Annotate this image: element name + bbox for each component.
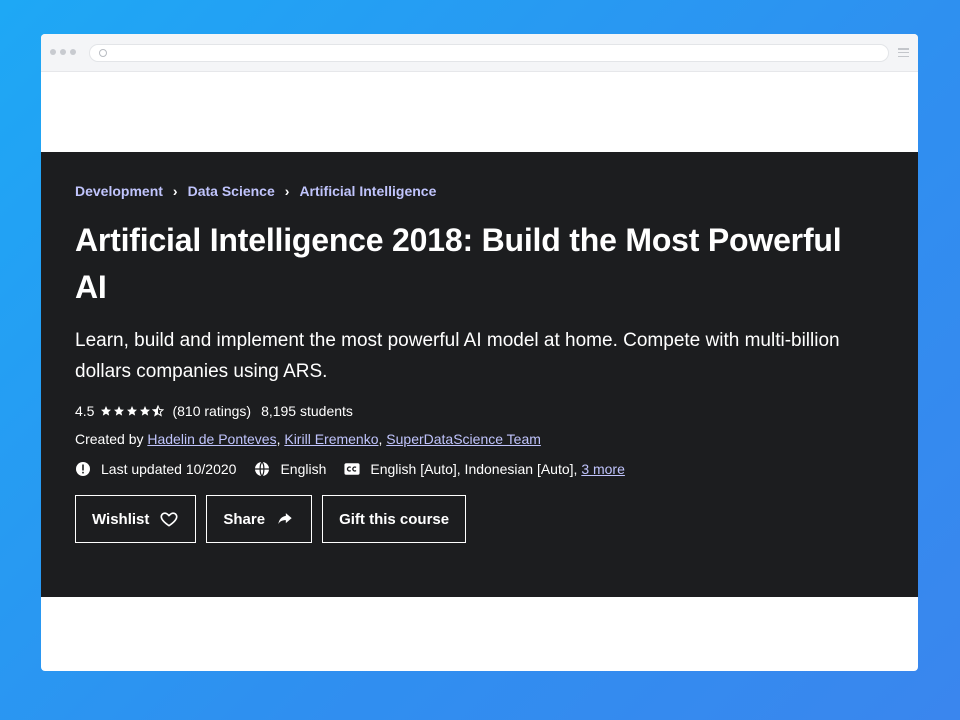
window-controls <box>50 49 76 55</box>
author-link[interactable]: Kirill Eremenko <box>284 431 378 447</box>
rating-value: 4.5 <box>75 403 95 419</box>
last-updated-text: Last updated 10/2020 <box>101 461 237 477</box>
star-icon <box>127 406 138 416</box>
breadcrumb: Development › Data Science › Artificial … <box>75 183 884 199</box>
students-count: 8,195 students <box>261 403 353 419</box>
breadcrumb-data-science[interactable]: Data Science <box>188 183 275 199</box>
created-by-label: Created by <box>75 431 144 447</box>
star-rating <box>100 405 165 417</box>
captions: English [Auto], Indonesian [Auto], 3 mor… <box>344 461 625 477</box>
wishlist-button[interactable]: Wishlist <box>75 495 197 543</box>
star-icon <box>114 406 125 416</box>
action-buttons: Wishlist Share Gift this course <box>75 495 884 543</box>
language-text: English <box>280 461 327 477</box>
chevron-right-icon: › <box>172 183 178 199</box>
gift-course-button[interactable]: Gift this course <box>322 495 467 543</box>
ratings-count[interactable]: (810 ratings) <box>172 403 251 419</box>
course-header: Development › Data Science › Artificial … <box>41 152 918 597</box>
course-title: Artificial Intelligence 2018: Build the … <box>75 222 842 305</box>
breadcrumb-development[interactable]: Development <box>75 183 163 199</box>
browser-chrome <box>41 34 918 72</box>
language: English <box>254 461 326 477</box>
author-link[interactable]: Hadelin de Ponteves <box>147 431 276 447</box>
wishlist-label: Wishlist <box>92 510 150 528</box>
heart-icon <box>160 512 178 527</box>
course-meta: Last updated 10/2020 English English [Au… <box>75 461 884 477</box>
star-icon <box>140 406 151 416</box>
captions-text: English [Auto], Indonesian [Auto], <box>370 461 578 477</box>
menu-icon[interactable] <box>898 48 909 57</box>
gift-label: Gift this course <box>339 510 450 528</box>
star-icon <box>101 406 112 416</box>
share-button[interactable]: Share <box>206 495 313 543</box>
author-link[interactable]: SuperDataScience Team <box>386 431 541 447</box>
created-by: Created by Hadelin de Ponteves, Kirill E… <box>75 431 541 447</box>
window-dot[interactable] <box>50 49 56 55</box>
half-star-icon <box>152 405 165 417</box>
alert-badge-icon <box>76 462 90 476</box>
search-icon <box>99 49 107 57</box>
address-bar[interactable] <box>89 44 889 62</box>
rating-row: 4.5 (810 ratings) 8,195 students <box>75 403 884 419</box>
chevron-right-icon: › <box>284 183 290 199</box>
captions-more-link[interactable]: 3 more <box>581 461 625 477</box>
closed-captions-icon <box>344 463 360 475</box>
last-updated: Last updated 10/2020 <box>75 461 236 477</box>
course-subtitle: Learn, build and implement the most powe… <box>75 330 840 382</box>
share-arrow-icon <box>278 513 292 524</box>
globe-icon <box>255 461 270 477</box>
window-dot[interactable] <box>70 49 76 55</box>
share-label: Share <box>223 510 266 528</box>
window-dot[interactable] <box>60 49 66 55</box>
breadcrumb-artificial-intelligence[interactable]: Artificial Intelligence <box>299 183 436 199</box>
browser-window: Development › Data Science › Artificial … <box>41 34 918 671</box>
